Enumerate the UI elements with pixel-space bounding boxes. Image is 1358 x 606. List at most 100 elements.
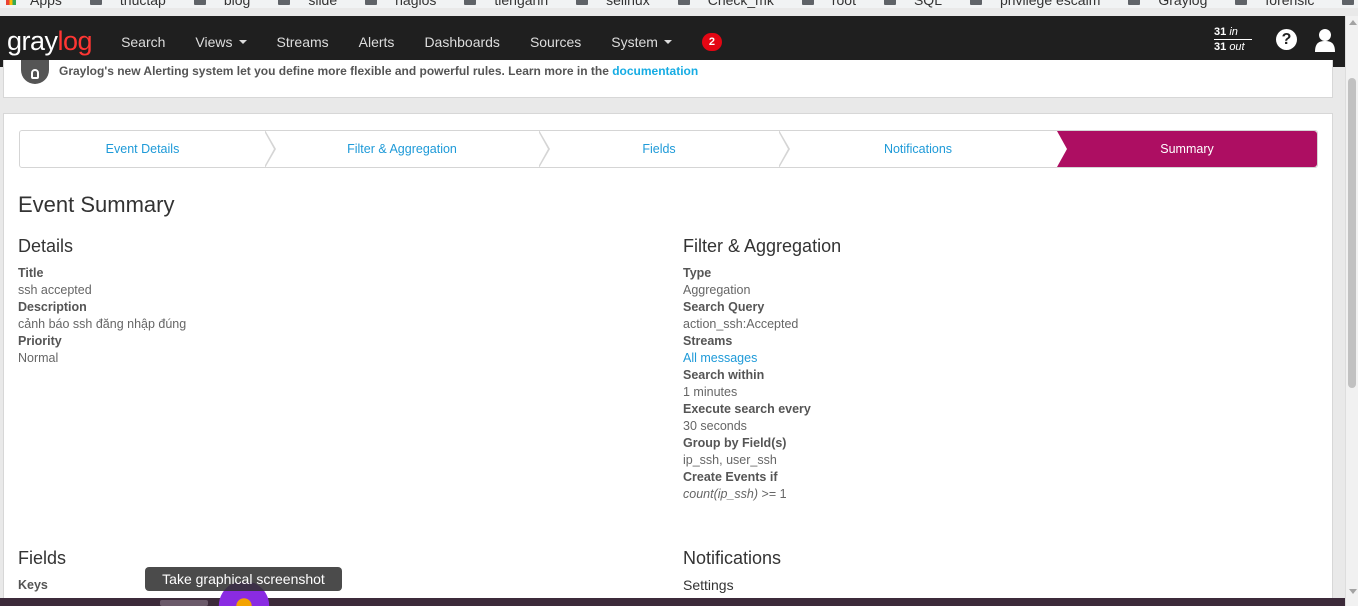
filter-term: Search within xyxy=(683,368,765,382)
bookmark-label: SQL xyxy=(913,0,942,8)
nav-label: Views xyxy=(195,33,233,50)
folder-icon xyxy=(801,0,814,5)
nav-label: Streams xyxy=(276,33,329,50)
folder-icon xyxy=(193,0,206,5)
bookmark-forensic[interactable]: forensic xyxy=(1235,0,1314,8)
stream-link[interactable]: All messages xyxy=(683,350,811,367)
folder-icon xyxy=(677,0,690,5)
wizard-steps: Event Details Filter & Aggregation Field… xyxy=(19,130,1318,168)
filter-term: Streams xyxy=(683,334,733,348)
fields-term: Keys xyxy=(18,578,48,592)
notification-badge[interactable]: 2 xyxy=(701,32,722,51)
bookmark-label: nagios xyxy=(395,0,437,8)
page-title: Event Summary xyxy=(18,192,175,217)
bookmark-root[interactable]: root xyxy=(801,0,856,8)
folder-icon xyxy=(883,0,896,5)
folder-icon xyxy=(464,0,477,5)
user-icon[interactable] xyxy=(1315,28,1335,52)
info-text: Graylog's new Alerting system let you de… xyxy=(59,64,698,78)
condition-operator: >= 1 xyxy=(758,487,787,501)
nav-sources[interactable]: Sources xyxy=(515,34,596,50)
event-definition-content: Event Details Filter & Aggregation Field… xyxy=(3,113,1333,606)
detail-term: Priority xyxy=(18,334,62,348)
filter-term: Group by Field(s) xyxy=(683,436,787,450)
folder-icon xyxy=(1128,0,1141,5)
step-filter-aggregation[interactable]: Filter & Aggregation xyxy=(265,130,550,168)
filter-value: 30 seconds xyxy=(683,419,747,433)
bookmark-tienganh[interactable]: tienganh xyxy=(464,0,548,8)
step-label: Notifications xyxy=(883,142,953,156)
nav-alerts[interactable]: Alerts xyxy=(344,34,410,50)
tooltip: Take graphical screenshot xyxy=(145,567,342,591)
bookmark-label: selinux xyxy=(606,0,650,8)
apps-grid-icon xyxy=(6,0,16,5)
bookmark-blog[interactable]: blog xyxy=(193,0,251,8)
bookmark-label: privilege escalm xyxy=(999,0,1101,8)
detail-term: Title xyxy=(18,266,44,280)
filter-aggregation-heading: Filter & Aggregation xyxy=(683,236,842,256)
bookmark-label: root xyxy=(831,0,856,8)
step-label: Event Details xyxy=(105,142,180,156)
step-event-details[interactable]: Event Details xyxy=(20,130,276,168)
condition-function: count(ip_ssh) xyxy=(683,487,759,501)
notifications-settings-label: Settings xyxy=(683,577,734,593)
folder-icon xyxy=(1342,0,1355,5)
filter-aggregation-list: Type Aggregation Search Query action_ssh… xyxy=(683,265,811,503)
folder-icon xyxy=(278,0,291,5)
step-notifications[interactable]: Notifications xyxy=(779,131,1057,167)
nav-dashboards[interactable]: Dashboards xyxy=(409,34,515,50)
bookmark-privilege[interactable]: privilege escalm xyxy=(969,0,1101,8)
alerting-info-panel: Graylog's new Alerting system let you de… xyxy=(3,60,1333,98)
filter-term: Type xyxy=(683,266,712,280)
filter-value: Aggregation xyxy=(683,283,751,297)
step-label: Fields xyxy=(642,142,676,156)
bookmark-nagios[interactable]: nagios xyxy=(365,0,436,8)
scroll-up-arrow-icon[interactable] xyxy=(1349,20,1357,25)
bookmark-graylog[interactable]: Graylog xyxy=(1128,0,1207,8)
bookmarks-bar: Apps thuctap blog slide nagios tienganh … xyxy=(0,0,1358,8)
bookmark-label: slide xyxy=(308,0,338,8)
bookmark-check-mk[interactable]: Check_mk xyxy=(677,0,774,8)
bookmark-label: blog xyxy=(223,0,251,8)
nav-menu: Search Views Streams Alerts Dashboards S… xyxy=(106,32,722,51)
nav-label: Dashboards xyxy=(424,33,500,50)
bookmark-label: forensic xyxy=(1265,0,1315,8)
bookmark-label: thuctap xyxy=(119,0,166,8)
bookmark-slide[interactable]: slide xyxy=(278,0,337,8)
bookmark-sql[interactable]: SQL xyxy=(883,0,942,8)
step-label: Summary xyxy=(1160,142,1214,156)
filter-term: Search Query xyxy=(683,300,765,314)
caret-down-icon xyxy=(663,39,672,44)
help-icon[interactable]: ? xyxy=(1276,29,1297,50)
nav-label: Alerts xyxy=(358,33,395,50)
page-scrollbar[interactable] xyxy=(1345,16,1358,606)
logo-red-text: log xyxy=(57,26,93,56)
bookmark-suricata[interactable]: suricata xyxy=(1342,0,1358,8)
bookmark-label: Graylog xyxy=(1158,0,1208,8)
filter-term: Create Events if xyxy=(683,470,778,484)
lightbulb-icon xyxy=(21,60,49,84)
nav-streams[interactable]: Streams xyxy=(262,34,344,50)
detail-term: Description xyxy=(18,300,87,314)
bookmark-thuctap[interactable]: thuctap xyxy=(89,0,166,8)
nav-views[interactable]: Views xyxy=(180,34,261,50)
step-label: Filter & Aggregation xyxy=(347,142,457,156)
nav-search[interactable]: Search xyxy=(106,34,180,50)
filter-term: Execute search every xyxy=(683,402,811,416)
details-list: Title ssh accepted Description cảnh báo … xyxy=(18,265,186,367)
scroll-down-arrow-icon[interactable] xyxy=(1349,589,1357,594)
caret-down-icon xyxy=(238,39,247,44)
folder-icon xyxy=(89,0,102,5)
throughput-in-label: in xyxy=(1229,26,1238,38)
taskbar-window-chip[interactable] xyxy=(160,600,208,606)
bookmark-label: tienganh xyxy=(494,0,549,8)
bookmark-selinux[interactable]: selinux xyxy=(576,0,650,8)
scroll-thumb[interactable] xyxy=(1348,78,1356,388)
fields-heading: Fields xyxy=(18,548,67,568)
step-fields[interactable]: Fields xyxy=(539,130,790,168)
nav-system[interactable]: System xyxy=(596,34,687,50)
graylog-logo[interactable]: gray log xyxy=(7,26,93,57)
bookmark-apps[interactable]: Apps xyxy=(6,0,62,8)
step-summary[interactable]: Summary xyxy=(1057,131,1317,167)
documentation-link[interactable]: documentation xyxy=(612,64,698,78)
